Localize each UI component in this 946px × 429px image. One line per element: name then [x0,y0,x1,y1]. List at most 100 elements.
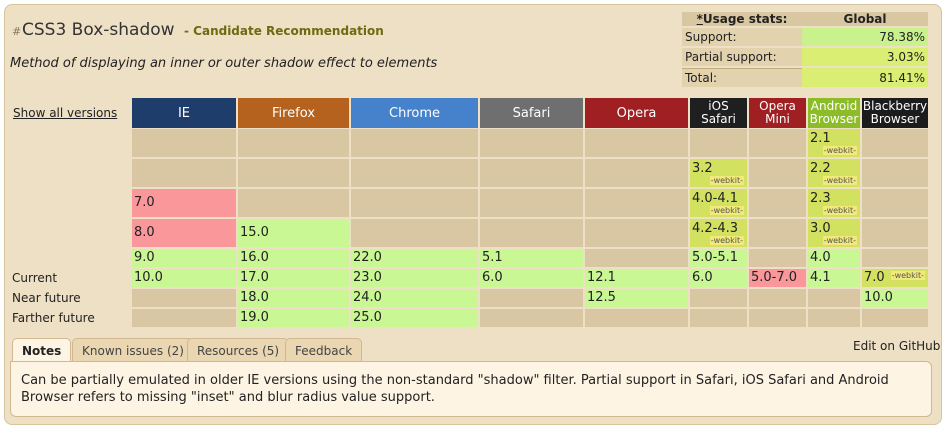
version-number: 4.0-4.1 [692,191,739,206]
feature-description: Method of displaying an inner or outer s… [10,56,438,71]
version-cell-empty [749,219,806,247]
usage-total-label: Total: [682,68,802,87]
spec-status: - Candidate Recommendation [184,24,384,38]
version-cell-android-2-1: 2.1 -webkit- [808,129,860,157]
prefix-badge: -webkit- [709,206,744,215]
version-cell-empty [480,309,583,327]
version-cell-chrome-25: 25.0 [351,309,478,327]
version-number: 7.0 [864,270,885,285]
prefix-badge: -webkit- [890,271,925,280]
version-cell-empty [238,159,349,187]
tab-resources[interactable]: Resources (5) [187,338,290,362]
version-cell-android-4-1: 4.1 [808,269,860,287]
version-cell-empty [749,309,806,327]
tab-notes[interactable]: Notes [12,338,72,362]
version-cell-blackberry-7: 7.0 -webkit- [862,269,928,287]
version-cell-safari-5-1: 5.1 [480,249,583,267]
version-cell-empty [351,189,478,217]
show-all-versions-link[interactable]: Show all versions [13,106,117,120]
prefix-badge: -webkit- [822,206,857,215]
version-cell-empty [862,219,928,247]
tab-feedback[interactable]: Feedback [285,338,363,362]
version-cell-empty [862,129,928,157]
version-cell-empty [351,219,478,247]
row-label-farther-future: Farther future [12,311,95,325]
usage-heading-text: Usage stats: [702,12,788,26]
version-cell-empty [585,219,688,247]
edit-on-github-link[interactable]: Edit on GitHub [853,339,940,353]
version-cell-empty [585,309,688,327]
version-cell-ie-10: 10.0 [132,269,236,287]
version-cell-android-4-0: 4.0 [808,249,860,267]
browser-header-opera: Opera [585,98,688,128]
version-cell-empty [749,289,806,307]
feature-title: CSS3 Box-shadow [22,20,175,40]
version-cell-empty [862,159,928,187]
usage-support-label: Support: [682,28,802,46]
version-cell-chrome-22: 22.0 [351,249,478,267]
usage-global-heading: Global [802,12,928,26]
version-cell-safari-6: 6.0 [480,269,583,287]
version-cell-firefox-15: 15.0 [238,219,349,247]
version-cell-empty [585,189,688,217]
version-cell-empty [585,159,688,187]
version-cell-empty [351,159,478,187]
version-number: 4.2-4.3 [692,221,739,236]
prefix-badge: -webkit- [822,146,857,155]
usage-partial-label: Partial support: [682,48,802,66]
version-cell-empty [238,189,349,217]
version-cell-empty [132,129,236,157]
version-cell-empty [480,189,583,217]
version-number: 2.3 [810,191,831,206]
version-cell-ios-4-0: 4.0-4.1 -webkit- [690,189,747,217]
version-cell-empty [585,129,688,157]
browser-header-firefox: Firefox [238,98,349,128]
version-cell-ie-8: 8.0 [132,219,236,247]
version-cell-empty [480,159,583,187]
version-cell-empty [808,289,860,307]
version-cell-android-2-2: 2.2 -webkit- [808,159,860,187]
browser-header-ios-safari: iOS Safari [690,98,747,128]
version-cell-firefox-19: 19.0 [238,309,349,327]
version-number: 3.2 [692,161,713,176]
browser-header-safari: Safari [480,98,583,128]
usage-stats-heading: *Usage stats: [682,12,802,26]
row-label-near-future: Near future [12,291,81,305]
version-cell-empty [132,159,236,187]
browser-header-chrome: Chrome [351,98,478,128]
version-cell-firefox-17: 17.0 [238,269,349,287]
version-cell-blackberry-10: 10.0 [862,289,928,307]
version-cell-empty [690,309,747,327]
version-cell-empty [132,289,236,307]
label-spacer [10,269,130,288]
version-cell-opera-12-1: 12.1 [585,269,688,287]
version-number: 3.0 [810,221,831,236]
version-number: 2.2 [810,161,831,176]
prefix-badge: -webkit- [709,236,744,245]
version-cell-empty [749,249,806,267]
version-cell-empty [690,289,747,307]
version-cell-ios-6-0: 6.0 [690,269,747,287]
version-cell-opera-mini-5: 5.0-7.0 [749,269,806,287]
usage-total-value: 81.41% [802,68,928,87]
browser-header-blackberry: Blackberry Browser [862,98,928,128]
version-cell-ios-5-0: 5.0-5.1 [690,249,747,267]
tab-known-issues[interactable]: Known issues (2) [72,338,194,362]
version-cell-firefox-18: 18.0 [238,289,349,307]
version-cell-ios-3-2: 3.2 -webkit- [690,159,747,187]
browser-header-opera-mini: Opera Mini [749,98,806,128]
prefix-badge: -webkit- [709,176,744,185]
version-cell-empty [480,219,583,247]
version-cell-empty [132,309,236,327]
version-cell-empty [480,289,583,307]
version-cell-empty [862,189,928,217]
version-cell-empty [749,189,806,217]
version-cell-android-2-3: 2.3 -webkit- [808,189,860,217]
usage-partial-value: 3.03% [802,48,928,66]
notes-content: Can be partially emulated in older IE ve… [10,361,932,417]
version-cell-empty [351,129,478,157]
usage-support-value: 78.38% [802,28,928,46]
browser-header-android: Android Browser [808,98,860,128]
browser-header-ie: IE [132,98,236,128]
anchor-hash-link[interactable]: # [12,25,21,38]
